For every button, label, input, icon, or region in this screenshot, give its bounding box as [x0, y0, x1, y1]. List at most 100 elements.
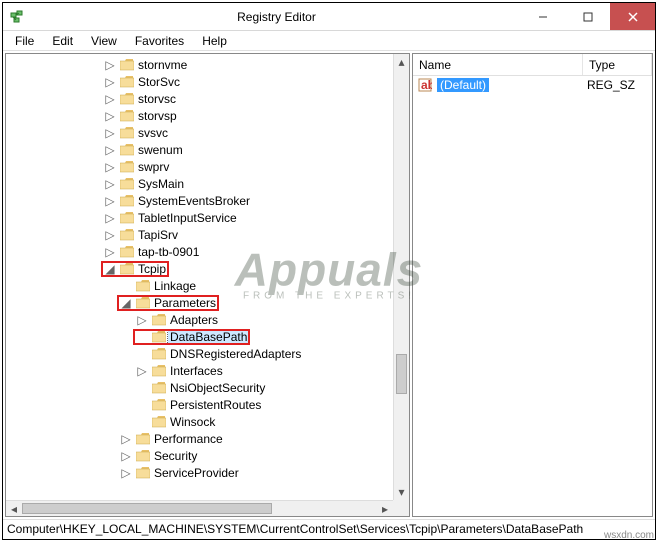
expand-icon[interactable]: ▷ [134, 313, 150, 327]
tree-item-label[interactable]: SystemEventsBroker [136, 194, 252, 208]
folder-icon [150, 399, 168, 411]
tree-item-label[interactable]: TapiSrv [136, 228, 180, 242]
value-name[interactable]: (Default) [437, 78, 489, 92]
folder-icon [150, 416, 168, 428]
maximize-button[interactable] [565, 3, 610, 30]
expand-icon[interactable]: ▷ [102, 92, 118, 106]
folder-icon [118, 144, 136, 156]
scroll-corner [393, 500, 409, 516]
tree-item[interactable]: ▷ SysMain [6, 175, 393, 192]
expand-icon[interactable]: ▷ [102, 143, 118, 157]
menu-help[interactable]: Help [194, 32, 235, 50]
expand-icon[interactable]: ▷ [102, 160, 118, 174]
tree-item-label[interactable]: Parameters [152, 296, 218, 310]
tree-item-label[interactable]: StorSvc [136, 75, 182, 89]
tree-item[interactable]: ▷ storvsp [6, 107, 393, 124]
tree-item-label[interactable]: PersistentRoutes [168, 398, 263, 412]
tree-item[interactable]: ▷ ServiceProvider [6, 464, 393, 481]
collapse-icon[interactable]: ◢ [102, 262, 118, 276]
client-area: ▷stornvme▷StorSvc▷storvsc▷storvsp▷svsvc▷… [3, 51, 655, 519]
tree-item[interactable]: ▷ swenum [6, 141, 393, 158]
expand-icon[interactable]: ▷ [118, 466, 134, 480]
tree-item-label[interactable]: DataBasePath [168, 330, 249, 344]
tree-item-label[interactable]: SysMain [136, 177, 186, 191]
tree-item[interactable]: DataBasePath [6, 328, 393, 345]
tree-item-label[interactable]: tap-tb-0901 [136, 245, 201, 259]
tree-item[interactable]: ◢ Parameters [6, 294, 393, 311]
column-name[interactable]: Name [413, 54, 583, 75]
expand-icon[interactable]: ▷ [102, 194, 118, 208]
scroll-thumb[interactable] [22, 503, 272, 514]
tree-item[interactable]: ▷ TapiSrv [6, 226, 393, 243]
tree-item[interactable]: ▷ Performance [6, 430, 393, 447]
registry-tree[interactable]: ▷stornvme▷StorSvc▷storvsc▷storvsp▷svsvc▷… [6, 54, 393, 500]
tree-item[interactable]: ▷ TabletInputService [6, 209, 393, 226]
scroll-thumb[interactable] [396, 354, 407, 394]
folder-icon [118, 263, 136, 275]
tree-item[interactable]: ▷ Adapters [6, 311, 393, 328]
expand-icon[interactable]: ▷ [102, 109, 118, 123]
scroll-right-button[interactable]: ▸ [377, 501, 393, 516]
expand-icon[interactable]: ▷ [102, 211, 118, 225]
tree-item[interactable]: Winsock [6, 413, 393, 430]
tree-item-label[interactable]: DNSRegisteredAdapters [168, 347, 303, 361]
values-list[interactable]: ab(Default)REG_SZ [413, 76, 652, 516]
expand-icon[interactable]: ▷ [102, 228, 118, 242]
menu-file[interactable]: File [7, 32, 42, 50]
tree-item-label[interactable]: ServiceProvider [152, 466, 241, 480]
tree-item-label[interactable]: swprv [136, 160, 171, 174]
tree-item-label[interactable]: Linkage [152, 279, 198, 293]
tree-vertical-scrollbar[interactable]: ▴ ▾ [393, 54, 409, 500]
scroll-up-button[interactable]: ▴ [394, 54, 409, 70]
tree-item[interactable]: PersistentRoutes [6, 396, 393, 413]
tree-item-label[interactable]: swenum [136, 143, 185, 157]
tree-item[interactable]: ▷ SystemEventsBroker [6, 192, 393, 209]
tree-item[interactable]: ▷ stornvme [6, 56, 393, 73]
tree-item[interactable]: ◢ Tcpip [6, 260, 393, 277]
scroll-down-button[interactable]: ▾ [394, 484, 409, 500]
value-type: REG_SZ [587, 78, 635, 92]
tree-item[interactable]: Linkage [6, 277, 393, 294]
tree-item[interactable]: DNSRegisteredAdapters [6, 345, 393, 362]
value-row[interactable]: ab(Default)REG_SZ [413, 76, 652, 94]
tree-horizontal-scrollbar[interactable]: ◂ ▸ [6, 500, 393, 516]
expand-icon[interactable]: ▷ [102, 245, 118, 259]
folder-icon [134, 450, 152, 462]
tree-item-label[interactable]: storvsc [136, 92, 178, 106]
menu-favorites[interactable]: Favorites [127, 32, 192, 50]
menu-view[interactable]: View [83, 32, 125, 50]
tree-item-label[interactable]: TabletInputService [136, 211, 239, 225]
image-credit: wsxdn.com [604, 530, 654, 541]
scroll-left-button[interactable]: ◂ [6, 501, 22, 516]
tree-item-label[interactable]: Tcpip [136, 262, 168, 276]
expand-icon[interactable]: ▷ [102, 126, 118, 140]
tree-item[interactable]: ▷ tap-tb-0901 [6, 243, 393, 260]
expand-icon[interactable]: ▷ [102, 177, 118, 191]
tree-item-label[interactable]: Security [152, 449, 199, 463]
expand-icon[interactable]: ▷ [102, 75, 118, 89]
tree-item[interactable]: ▷ svsvc [6, 124, 393, 141]
tree-item[interactable]: ▷ Interfaces [6, 362, 393, 379]
tree-item-label[interactable]: svsvc [136, 126, 170, 140]
tree-item[interactable]: ▷ storvsc [6, 90, 393, 107]
tree-item-label[interactable]: Interfaces [168, 364, 225, 378]
tree-item[interactable]: ▷ Security [6, 447, 393, 464]
tree-item[interactable]: ▷ swprv [6, 158, 393, 175]
tree-item-label[interactable]: NsiObjectSecurity [168, 381, 267, 395]
minimize-button[interactable] [520, 3, 565, 30]
tree-item[interactable]: ▷ StorSvc [6, 73, 393, 90]
tree-item-label[interactable]: storvsp [136, 109, 179, 123]
close-button[interactable] [610, 3, 655, 30]
menu-edit[interactable]: Edit [44, 32, 81, 50]
collapse-icon[interactable]: ◢ [118, 296, 134, 310]
expand-icon[interactable]: ▷ [134, 364, 150, 378]
tree-item-label[interactable]: Performance [152, 432, 225, 446]
tree-item-label[interactable]: stornvme [136, 58, 189, 72]
tree-item-label[interactable]: Winsock [168, 415, 217, 429]
tree-item-label[interactable]: Adapters [168, 313, 220, 327]
tree-item[interactable]: NsiObjectSecurity [6, 379, 393, 396]
expand-icon[interactable]: ▷ [118, 432, 134, 446]
expand-icon[interactable]: ▷ [102, 58, 118, 72]
column-type[interactable]: Type [583, 54, 652, 75]
expand-icon[interactable]: ▷ [118, 449, 134, 463]
